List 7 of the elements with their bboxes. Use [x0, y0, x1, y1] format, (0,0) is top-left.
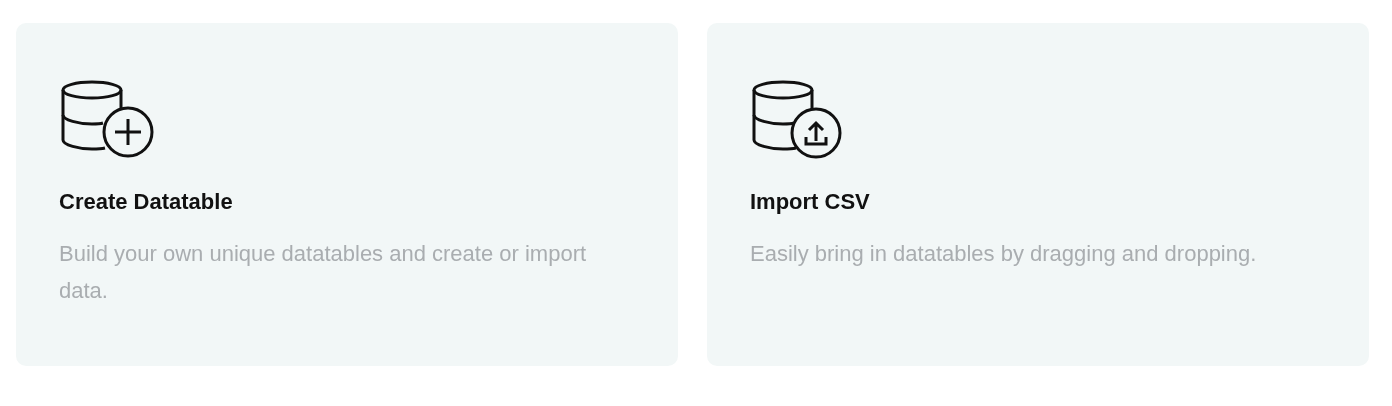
option-card[interactable]: Import CSV Easily bring in datatables by dragging and dropping. — [707, 23, 1369, 366]
card-title: Create Datatable — [59, 189, 233, 215]
card-title: Import CSV — [750, 189, 870, 215]
database-plus-icon — [59, 79, 155, 159]
card-description: Build your own unique datatables and create or import data. — [59, 240, 588, 305]
card-description: Easily bring in datatables by dragging and dropping. — [750, 240, 1257, 268]
option-card[interactable]: Create Datatable Build your own unique datatables and create or import data. — [16, 23, 678, 366]
